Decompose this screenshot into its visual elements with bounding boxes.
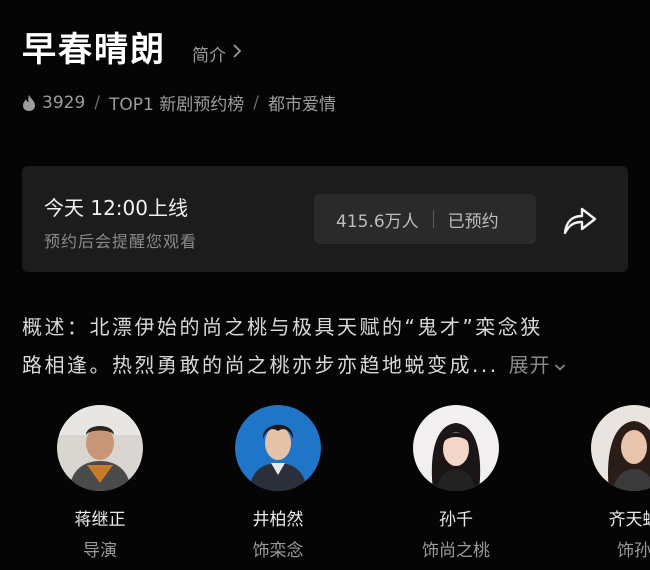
synopsis-line-2-wrap: 路相逢。热烈勇敢的尚之桃亦步亦趋地蜕变成... 展开 bbox=[22, 346, 632, 384]
show-title: 早春晴朗 bbox=[22, 30, 166, 70]
avatar bbox=[413, 405, 499, 491]
chevron-down-icon bbox=[554, 364, 565, 371]
cast-member[interactable]: 齐天蚂 饰孙 bbox=[564, 405, 650, 561]
expand-label: 展开 bbox=[508, 353, 551, 377]
cast-role: 饰孙 bbox=[617, 541, 650, 561]
reserve-count: 415.6万人 bbox=[336, 211, 419, 232]
reserve-status: 已预约 bbox=[447, 211, 499, 232]
cast-role: 饰栾念 bbox=[252, 541, 304, 561]
chevron-right-icon bbox=[232, 43, 242, 64]
avatar bbox=[591, 405, 650, 491]
avatar bbox=[235, 405, 321, 491]
reservation-card: 今天 12:00上线 预约后会提醒您观看 415.6万人 已预约 bbox=[22, 166, 628, 272]
divider bbox=[432, 210, 434, 228]
synopsis-line-2: 路相逢。热烈勇敢的尚之桃亦步亦趋地蜕变成... bbox=[22, 353, 499, 377]
launch-time: 今天 12:00上线 bbox=[44, 196, 188, 220]
cast-list: 蒋继正 导演 井柏然 饰栾念 孙千 饰尚之桃 齐天 饰孙 bbox=[0, 405, 650, 570]
cast-role: 导演 bbox=[83, 541, 117, 561]
meta-row: 3929 / TOP1 新剧预约榜 / 都市爱情 bbox=[22, 90, 336, 115]
cast-name: 孙千 bbox=[439, 510, 473, 530]
cast-role: 饰尚之桃 bbox=[422, 541, 490, 561]
cast-member[interactable]: 孙千 饰尚之桃 bbox=[386, 405, 526, 561]
separator: / bbox=[253, 92, 259, 113]
synopsis: 概述：北漂伊始的尚之桃与极具天赋的“鬼才”栾念狭 路相逢。热烈勇敢的尚之桃亦步亦… bbox=[22, 308, 632, 384]
reserve-button[interactable]: 415.6万人 已预约 bbox=[314, 194, 536, 244]
heat-count: 3929 bbox=[42, 92, 86, 113]
intro-link[interactable]: 简介 bbox=[192, 41, 242, 66]
cast-member[interactable]: 蒋继正 导演 bbox=[30, 405, 170, 561]
separator: / bbox=[94, 92, 100, 113]
synopsis-line-1: 概述：北漂伊始的尚之桃与极具天赋的“鬼才”栾念狭 bbox=[22, 315, 543, 339]
header: 早春晴朗 简介 bbox=[22, 22, 242, 71]
avatar bbox=[57, 405, 143, 491]
cast-name: 蒋继正 bbox=[74, 510, 126, 530]
genre-label: 都市爱情 bbox=[267, 95, 336, 115]
cast-name: 井柏然 bbox=[252, 510, 304, 530]
intro-label: 简介 bbox=[192, 46, 226, 66]
cast-name: 齐天蚂 bbox=[608, 510, 650, 530]
reservation-hint: 预约后会提醒您观看 bbox=[44, 232, 198, 251]
share-icon[interactable] bbox=[562, 202, 598, 236]
expand-button[interactable]: 展开 bbox=[509, 353, 566, 377]
cast-member[interactable]: 井柏然 饰栾念 bbox=[208, 405, 348, 561]
flame-icon bbox=[23, 94, 35, 111]
rank-label[interactable]: TOP1 新剧预约榜 bbox=[109, 90, 244, 115]
